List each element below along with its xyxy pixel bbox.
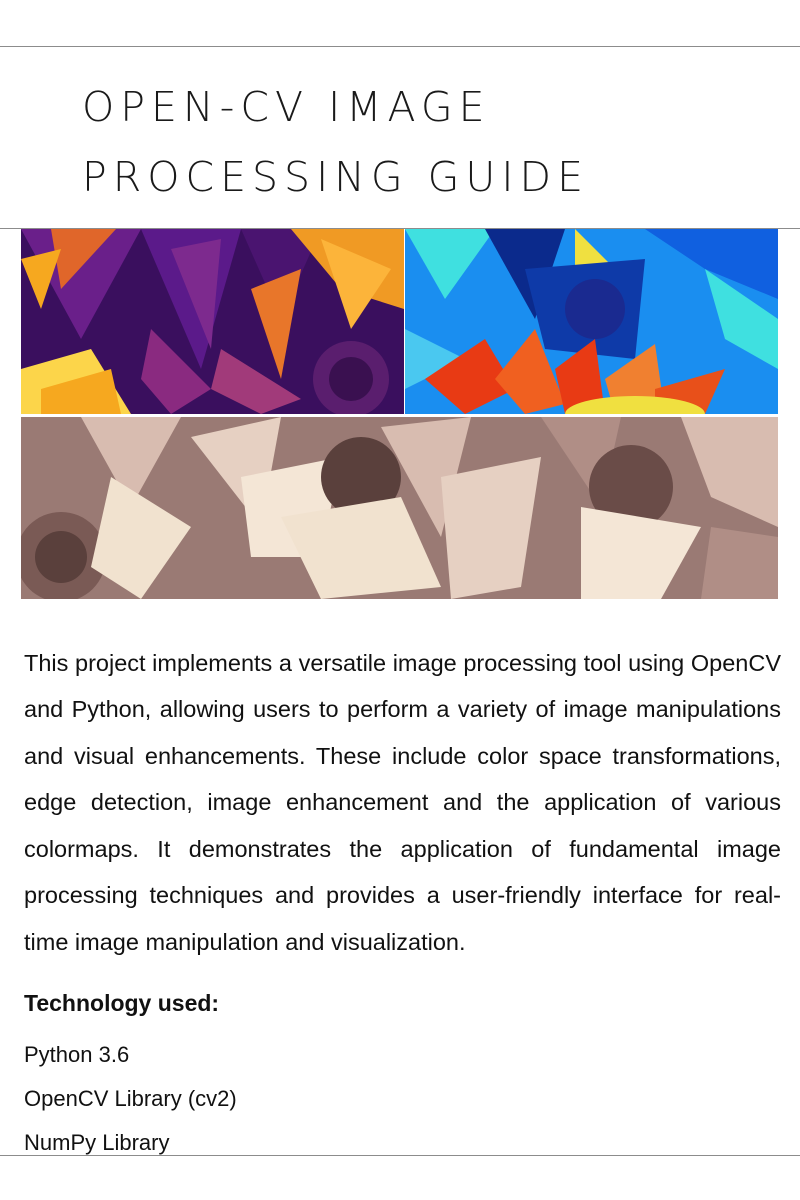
title-line-1: OPEN-CV IMAGE [82,83,491,131]
flower-pink-colormap-image [21,417,778,599]
cover-image-collage [21,229,778,599]
technology-item-python: Python 3.6 [24,1042,130,1067]
top-divider [0,46,800,47]
bottom-divider [0,1155,800,1156]
technology-list: Python 3.6 OpenCV Library (cv2) NumPy Li… [24,1033,237,1165]
technology-item-numpy: NumPy Library [24,1130,170,1155]
project-description: This project implements a versatile imag… [24,649,781,955]
document-title: OPEN-CV IMAGE PROCESSING GUIDE [82,72,772,212]
technology-heading: Technology used: [24,990,220,1016]
flower-jet-colormap-image [405,229,778,414]
title-line-2: PROCESSING GUIDE [82,153,589,201]
flower-inferno-colormap-image [21,229,404,414]
technology-item-opencv: OpenCV Library (cv2) [24,1086,237,1111]
